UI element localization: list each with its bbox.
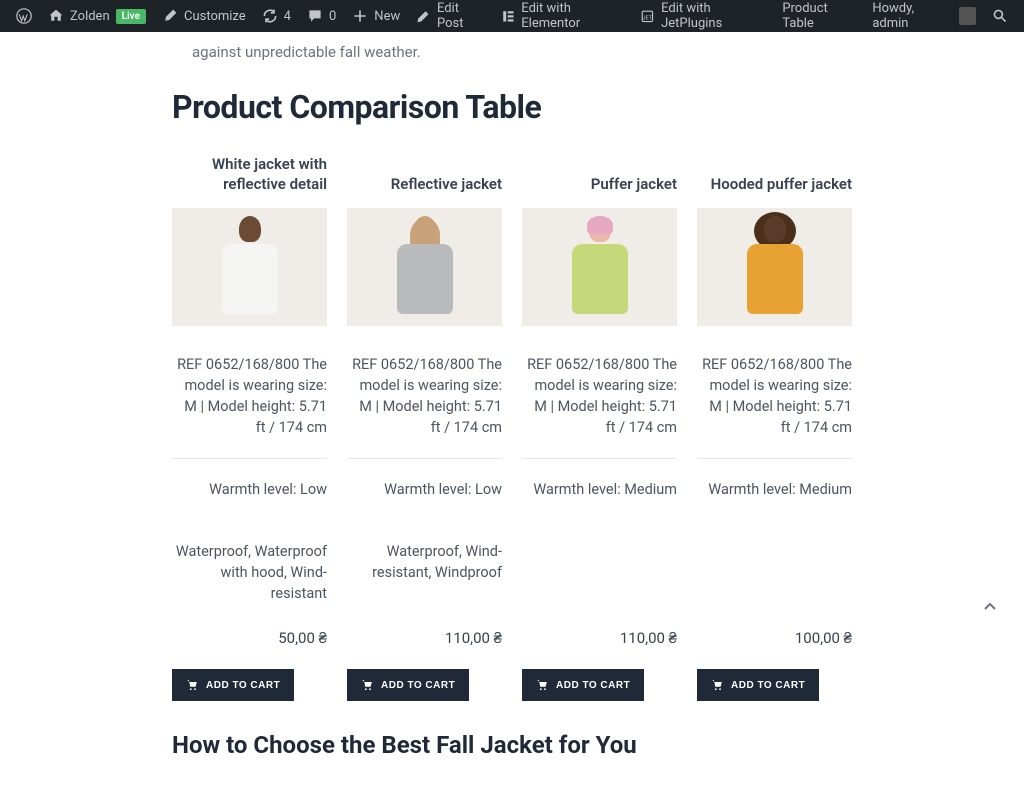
product-title: Hooded puffer jacket (697, 150, 852, 194)
plus-icon (352, 8, 368, 24)
cart-icon (361, 679, 373, 691)
update-icon (262, 8, 278, 24)
pencil-icon (416, 8, 431, 24)
product-table-label: Product Table (782, 1, 856, 31)
wordpress-icon (16, 8, 32, 24)
comments-link[interactable]: 0 (299, 0, 344, 32)
product-title: White jacket with reflective detail (172, 150, 327, 194)
warmth-value: Warmth level: Medium (522, 479, 677, 541)
howdy-label: Howdy, admin (872, 1, 949, 31)
scroll-to-top-button[interactable] (980, 596, 1000, 616)
add-to-cart-button[interactable]: ADD TO CART (172, 669, 294, 701)
product-image[interactable] (697, 208, 852, 326)
chevron-up-icon (980, 596, 1000, 616)
add-to-cart-label: ADD TO CART (556, 680, 630, 691)
elementor-icon (501, 8, 516, 24)
edit-jetplugins-link[interactable]: JET Edit with JetPlugins (632, 0, 774, 32)
search-toggle[interactable] (984, 0, 1016, 32)
compare-col: Hooded puffer jacket REF 0652/168/800 Th… (697, 150, 852, 701)
product-image[interactable] (172, 208, 327, 326)
updates-count: 4 (284, 9, 291, 24)
search-icon (992, 8, 1008, 24)
features-value: Waterproof, Waterproof with hood, Wind-r… (172, 541, 327, 619)
warmth-value: Warmth level: Medium (697, 479, 852, 541)
customize-label: Customize (184, 9, 246, 24)
product-title: Puffer jacket (522, 150, 677, 194)
avatar (959, 7, 976, 25)
intro-text: against unpredictable fall weather. (172, 40, 852, 64)
divider (172, 458, 327, 459)
warmth-value: Warmth level: Low (347, 479, 502, 541)
site-name-label: Zolden (70, 9, 110, 24)
comment-icon (307, 8, 323, 24)
jetplugins-icon: JET (640, 8, 655, 24)
wp-logo[interactable] (8, 0, 40, 32)
product-ref: REF 0652/168/800 The model is wearing si… (347, 354, 502, 438)
compare-grid: White jacket with reflective detail REF … (172, 150, 852, 701)
howdy-link[interactable]: Howdy, admin (864, 0, 984, 32)
cart-icon (536, 679, 548, 691)
edit-elementor-link[interactable]: Edit with Elementor (493, 0, 633, 32)
add-to-cart-button[interactable]: ADD TO CART (522, 669, 644, 701)
divider (522, 458, 677, 459)
edit-jetplugins-label: Edit with JetPlugins (661, 1, 766, 31)
live-badge: Live (116, 9, 146, 24)
add-to-cart-label: ADD TO CART (731, 680, 805, 691)
add-to-cart-button[interactable]: ADD TO CART (697, 669, 819, 701)
product-title: Reflective jacket (347, 150, 502, 194)
product-image[interactable] (522, 208, 677, 326)
comparison-title: Product Comparison Table (172, 88, 852, 126)
new-label: New (374, 9, 400, 24)
cart-icon (711, 679, 723, 691)
features-value: Waterproof, Wind-resistant, Windproof (347, 541, 502, 619)
compare-col: Reflective jacket REF 0652/168/800 The m… (347, 150, 502, 701)
product-ref: REF 0652/168/800 The model is wearing si… (172, 354, 327, 438)
product-ref: REF 0652/168/800 The model is wearing si… (697, 354, 852, 438)
price-value: 110,00 ₴ (347, 629, 502, 647)
product-ref: REF 0652/168/800 The model is wearing si… (522, 354, 677, 438)
compare-col: Puffer jacket REF 0652/168/800 The model… (522, 150, 677, 701)
svg-text:JET: JET (643, 15, 654, 21)
product-table-link[interactable]: Product Table (774, 0, 864, 32)
customize-link[interactable]: Customize (154, 0, 254, 32)
home-icon (48, 8, 64, 24)
warmth-value: Warmth level: Low (172, 479, 327, 541)
edit-post-label: Edit Post (437, 1, 485, 31)
new-link[interactable]: New (344, 0, 408, 32)
wp-admin-bar: Zolden Live Customize 4 0 New (0, 0, 1024, 32)
price-value: 110,00 ₴ (522, 629, 677, 647)
edit-elementor-label: Edit with Elementor (521, 1, 624, 31)
add-to-cart-label: ADD TO CART (381, 680, 455, 691)
content-wrap: against unpredictable fall weather. Prod… (152, 32, 872, 799)
divider (347, 458, 502, 459)
add-to-cart-label: ADD TO CART (206, 680, 280, 691)
brush-icon (162, 8, 178, 24)
features-value (697, 541, 852, 619)
price-value: 50,00 ₴ (172, 629, 327, 647)
admin-bar-left: Zolden Live Customize 4 0 New (8, 0, 864, 32)
price-value: 100,00 ₴ (697, 629, 852, 647)
how-to-title: How to Choose the Best Fall Jacket for Y… (172, 731, 852, 759)
site-name-link[interactable]: Zolden Live (40, 0, 154, 32)
admin-bar-right: Howdy, admin (864, 0, 1016, 32)
comments-count: 0 (329, 9, 336, 24)
add-to-cart-button[interactable]: ADD TO CART (347, 669, 469, 701)
edit-post-link[interactable]: Edit Post (408, 0, 492, 32)
cart-icon (186, 679, 198, 691)
features-value (522, 541, 677, 619)
compare-col: White jacket with reflective detail REF … (172, 150, 327, 701)
updates-link[interactable]: 4 (254, 0, 299, 32)
product-image[interactable] (347, 208, 502, 326)
divider (697, 458, 852, 459)
